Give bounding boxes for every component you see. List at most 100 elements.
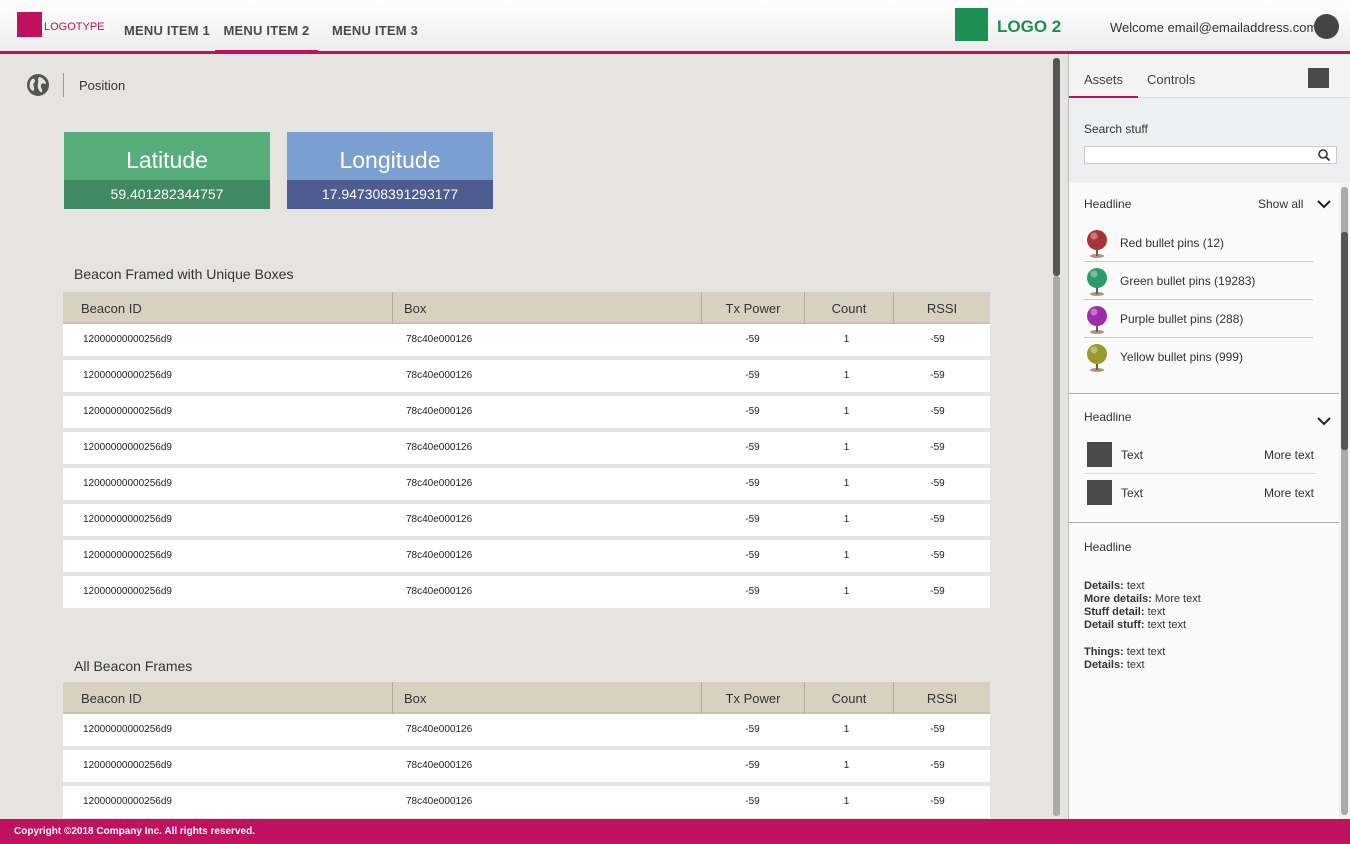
- pin-filter-label: Purple bullet pins (288): [1120, 312, 1244, 326]
- item-thumbnail: [1087, 442, 1112, 467]
- column-header-count[interactable]: Count: [804, 292, 893, 324]
- main-scrollbar-track[interactable]: [1053, 276, 1060, 816]
- table2-header: Beacon ID Box Tx Power Count RSSI: [63, 682, 990, 714]
- menu-item-2[interactable]: MENU ITEM 2: [215, 23, 318, 53]
- logotype-icon[interactable]: [17, 12, 42, 37]
- cell-count: 1: [843, 514, 850, 525]
- column-header-tx-power[interactable]: Tx Power: [701, 292, 804, 324]
- table-row[interactable]: 12000000000256d9 78c40e000126 -59 1 -59: [63, 360, 990, 392]
- column-header-rssi[interactable]: RSSI: [893, 682, 990, 714]
- detail-key: Stuff detail:: [1084, 606, 1145, 618]
- cell-box: 78c40e000126: [406, 370, 473, 381]
- table1-header: Beacon ID Box Tx Power Count RSSI: [63, 292, 990, 324]
- search-input[interactable]: [1084, 146, 1337, 164]
- menu-item-3[interactable]: MENU ITEM 3: [332, 23, 418, 51]
- detail-line: Things: text text: [1084, 646, 1165, 658]
- column-header-box[interactable]: Box: [392, 682, 701, 714]
- group1-headline: Headline: [1084, 197, 1132, 211]
- detail-value: text text: [1147, 619, 1187, 631]
- detail-value: text text: [1126, 646, 1166, 658]
- cell-beacon-id: 12000000000256d9: [83, 550, 172, 561]
- table-row[interactable]: 12000000000256d9 78c40e000126 -59 1 -59: [63, 714, 990, 746]
- tab-controls[interactable]: Controls: [1147, 72, 1195, 87]
- item-text: Text: [1121, 486, 1144, 500]
- column-header-rssi[interactable]: RSSI: [893, 292, 990, 324]
- cell-rssi: -59: [930, 334, 945, 345]
- logotype-text[interactable]: LOGOTYPE: [44, 21, 105, 33]
- column-header-beacon-id[interactable]: Beacon ID: [81, 682, 142, 714]
- right-panel: Assets Controls Search stuff Headline Sh…: [1068, 54, 1350, 819]
- cell-rssi: -59: [930, 796, 945, 807]
- item-more-text: More text: [1264, 486, 1315, 500]
- cell-beacon-id: 12000000000256d9: [83, 478, 172, 489]
- column-header-count[interactable]: Count: [804, 682, 893, 714]
- copyright-text: Copyright ©2018 Company Inc. All rights …: [14, 826, 255, 837]
- chevron-down-icon[interactable]: [1316, 199, 1332, 209]
- show-all-link[interactable]: Show all: [1258, 197, 1303, 211]
- column-header-beacon-id[interactable]: Beacon ID: [81, 292, 142, 324]
- detail-line: More details: More text: [1084, 593, 1201, 605]
- cell-tx-power: -59: [745, 442, 760, 453]
- longitude-title: Longitude: [287, 132, 493, 180]
- pin-filter-item[interactable]: Green bullet pins (19283): [1084, 262, 1313, 300]
- cell-rssi: -59: [930, 550, 945, 561]
- cell-count: 1: [843, 478, 850, 489]
- cell-tx-power: -59: [745, 724, 760, 735]
- table-row[interactable]: 12000000000256d9 78c40e000126 -59 1 -59: [63, 786, 990, 818]
- cell-rssi: -59: [930, 586, 945, 597]
- logo2-icon: [955, 8, 988, 41]
- cell-beacon-id: 12000000000256d9: [83, 442, 172, 453]
- cell-beacon-id: 12000000000256d9: [83, 406, 172, 417]
- table-row[interactable]: 12000000000256d9 78c40e000126 -59 1 -59: [63, 432, 990, 464]
- table-row[interactable]: 12000000000256d9 78c40e000126 -59 1 -59: [63, 396, 990, 428]
- longitude-card: Longitude 17.947308391293177: [287, 132, 493, 209]
- cell-count: 1: [843, 442, 850, 453]
- detail-line: Details: text: [1084, 580, 1145, 592]
- longitude-value: 17.947308391293177: [287, 180, 493, 209]
- cell-count: 1: [843, 550, 850, 561]
- table-row[interactable]: 12000000000256d9 78c40e000126 -59 1 -59: [63, 504, 990, 536]
- pin-filter-item[interactable]: Purple bullet pins (288): [1084, 300, 1313, 338]
- chevron-down-icon[interactable]: [1316, 416, 1332, 426]
- column-header-tx-power[interactable]: Tx Power: [701, 682, 804, 714]
- detail-key: Things:: [1084, 646, 1124, 658]
- detail-value: text: [1126, 580, 1145, 592]
- cell-tx-power: -59: [745, 550, 760, 561]
- table1-body: 12000000000256d9 78c40e000126 -59 1 -59 12000…: [63, 324, 990, 608]
- pin-filter-item[interactable]: Yellow bullet pins (999): [1084, 338, 1313, 376]
- group3-headline: Headline: [1084, 540, 1132, 554]
- cell-count: 1: [843, 724, 850, 735]
- table-row[interactable]: 12000000000256d9 78c40e000126 -59 1 -59: [63, 750, 990, 782]
- list-item[interactable]: Text More text: [1084, 436, 1316, 474]
- latitude-title: Latitude: [64, 132, 270, 180]
- main-scrollbar-thumb[interactable]: [1053, 58, 1060, 276]
- table-row[interactable]: 12000000000256d9 78c40e000126 -59 1 -59: [63, 468, 990, 500]
- cell-box: 78c40e000126: [406, 760, 473, 771]
- top-header: LOGOTYPE MENU ITEM 1 MENU ITEM 2 MENU IT…: [0, 0, 1350, 54]
- menu-item-1[interactable]: MENU ITEM 1: [124, 23, 210, 51]
- cell-tx-power: -59: [745, 370, 760, 381]
- tab-assets[interactable]: Assets: [1069, 72, 1139, 98]
- panel-scrollbar-thumb[interactable]: [1341, 232, 1348, 450]
- table2: Beacon ID Box Tx Power Count RSSI 120000…: [63, 682, 990, 818]
- table-row[interactable]: 12000000000256d9 78c40e000126 -59 1 -59: [63, 576, 990, 608]
- assets-group-pins: Headline Show all Red bullet pins (12) Gr…: [1069, 183, 1339, 394]
- list-item[interactable]: Text More text: [1084, 474, 1316, 512]
- search-icon[interactable]: [1316, 147, 1332, 163]
- cell-beacon-id: 12000000000256d9: [83, 586, 172, 597]
- item-more-text: More text: [1264, 448, 1315, 462]
- detail-value: More text: [1154, 593, 1201, 605]
- table-row[interactable]: 12000000000256d9 78c40e000126 -59 1 -59: [63, 324, 990, 356]
- search-label: Search stuff: [1084, 122, 1148, 136]
- pin-filter-label: Yellow bullet pins (999): [1120, 350, 1243, 364]
- position-divider: [63, 73, 64, 97]
- cell-tx-power: -59: [745, 760, 760, 771]
- column-header-box[interactable]: Box: [392, 292, 701, 324]
- detail-value: text: [1126, 659, 1145, 671]
- panel-menu-icon[interactable]: [1308, 68, 1329, 88]
- cell-count: 1: [843, 796, 850, 807]
- pin-filter-item[interactable]: Red bullet pins (12): [1084, 224, 1313, 262]
- avatar[interactable]: [1314, 14, 1339, 39]
- item-thumbnail: [1087, 480, 1112, 505]
- table-row[interactable]: 12000000000256d9 78c40e000126 -59 1 -59: [63, 540, 990, 572]
